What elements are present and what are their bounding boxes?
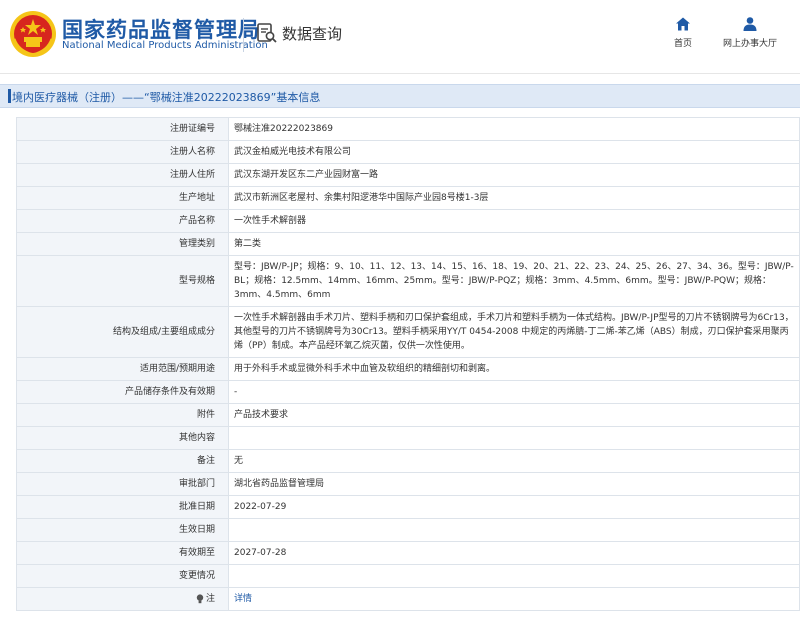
field-label: 管理类别	[16, 232, 229, 256]
national-emblem-icon	[10, 11, 56, 57]
field-value: 2027-07-28	[228, 541, 800, 565]
table-row: 注册证编号 鄂械注准20222023869	[16, 117, 800, 141]
details-link[interactable]: 详情	[234, 594, 252, 604]
field-value: 2022-07-29	[228, 495, 800, 519]
table-row-note: 注 详情	[16, 587, 800, 611]
table-row: 有效期至 2027-07-28	[16, 541, 800, 565]
field-value: 一次性手术解剖器	[228, 209, 800, 233]
note-label: 注	[205, 594, 215, 604]
field-label: 附件	[16, 403, 229, 427]
field-value: 型号：JBW/P-JP；规格：9、10、11、12、13、14、15、16、18…	[228, 255, 800, 307]
record-title: 境内医疗器械（注册）——“鄂械注准20222023869”基本信息	[12, 91, 321, 104]
table-row: 注册人住所 武汉东湖开发区东二产业园财富一路	[16, 163, 800, 187]
field-value: 武汉金柏威光电技术有限公司	[228, 140, 800, 164]
field-value: 武汉市新洲区老屋村、余集村阳逻港华中国际产业园8号楼1-3层	[228, 186, 800, 210]
field-label: 结构及组成/主要组成成分	[16, 306, 229, 358]
table-row: 结构及组成/主要组成成分 一次性手术解剖器由手术刀片、塑料手柄和刃口保护套组成，…	[16, 306, 800, 358]
nav-home[interactable]: 首页	[648, 16, 718, 49]
site-header: 国家药品监督管理局 National Medical Products Admi…	[0, 0, 800, 74]
field-value: 鄂械注准20222023869	[228, 117, 800, 141]
note-label-cell: 注	[16, 587, 229, 611]
field-label: 其他内容	[16, 426, 229, 450]
field-value	[228, 564, 800, 588]
site-name-english: National Medical Products Administration	[62, 40, 268, 51]
data-query-link[interactable]: 数据查询	[256, 21, 342, 45]
table-row: 型号规格 型号：JBW/P-JP；规格：9、10、11、12、13、14、15、…	[16, 255, 800, 307]
table-row: 产品名称 一次性手术解剖器	[16, 209, 800, 233]
table-row: 备注 无	[16, 449, 800, 473]
field-label: 产品名称	[16, 209, 229, 233]
table-row: 变更情况	[16, 564, 800, 588]
field-label: 备注	[16, 449, 229, 473]
table-row: 适用范围/预期用途 用于外科手术或显微外科手术中血管及软组织的精细剖切和剥离。	[16, 357, 800, 381]
table-row: 其他内容	[16, 426, 800, 450]
field-value: 湖北省药品监督管理局	[228, 472, 800, 496]
field-label: 批准日期	[16, 495, 229, 519]
search-document-icon	[257, 23, 277, 43]
field-value: 一次性手术解剖器由手术刀片、塑料手柄和刃口保护套组成，手术刀片和塑料手柄为一体式…	[228, 306, 800, 358]
field-label: 审批部门	[16, 472, 229, 496]
field-label: 注册人住所	[16, 163, 229, 187]
field-value: -	[228, 380, 800, 404]
table-row: 附件 产品技术要求	[16, 403, 800, 427]
note-value-cell: 详情	[228, 587, 800, 611]
header-divider	[243, 18, 244, 52]
table-row: 注册人名称 武汉金柏威光电技术有限公司	[16, 140, 800, 164]
field-label: 注册人名称	[16, 140, 229, 164]
record-title-bar: 境内医疗器械（注册）——“鄂械注准20222023869”基本信息	[0, 84, 800, 108]
data-query-label: 数据查询	[282, 24, 343, 43]
table-row: 产品储存条件及有效期 -	[16, 380, 800, 404]
field-value: 产品技术要求	[228, 403, 800, 427]
record-detail-table: 注册证编号 鄂械注准20222023869 注册人名称 武汉金柏威光电技术有限公…	[16, 117, 800, 611]
home-icon	[676, 17, 690, 31]
field-value	[228, 518, 800, 542]
field-value	[228, 426, 800, 450]
field-label: 适用范围/预期用途	[16, 357, 229, 381]
field-value: 武汉东湖开发区东二产业园财富一路	[228, 163, 800, 187]
lightbulb-icon	[196, 593, 204, 603]
table-row: 管理类别 第二类	[16, 232, 800, 256]
nav-online-service-hall-label: 网上办事大厅	[722, 39, 777, 49]
field-label: 有效期至	[16, 541, 229, 565]
table-row: 审批部门 湖北省药品监督管理局	[16, 472, 800, 496]
table-row: 生产地址 武汉市新洲区老屋村、余集村阳逻港华中国际产业园8号楼1-3层	[16, 186, 800, 210]
title-accent-bar	[8, 89, 11, 103]
table-row: 批准日期 2022-07-29	[16, 495, 800, 519]
field-label: 型号规格	[16, 255, 229, 307]
field-label: 生效日期	[16, 518, 229, 542]
nav-home-label: 首页	[673, 39, 692, 49]
nav-online-service-hall[interactable]: 网上办事大厅	[715, 16, 785, 49]
field-value: 用于外科手术或显微外科手术中血管及软组织的精细剖切和剥离。	[228, 357, 800, 381]
field-value: 第二类	[228, 232, 800, 256]
field-label: 产品储存条件及有效期	[16, 380, 229, 404]
field-label: 生产地址	[16, 186, 229, 210]
user-icon	[743, 17, 757, 31]
table-row: 生效日期	[16, 518, 800, 542]
field-label: 注册证编号	[16, 117, 229, 141]
field-value: 无	[228, 449, 800, 473]
field-label: 变更情况	[16, 564, 229, 588]
record-detail-table-wrap: 注册证编号 鄂械注准20222023869 注册人名称 武汉金柏威光电技术有限公…	[16, 117, 800, 611]
